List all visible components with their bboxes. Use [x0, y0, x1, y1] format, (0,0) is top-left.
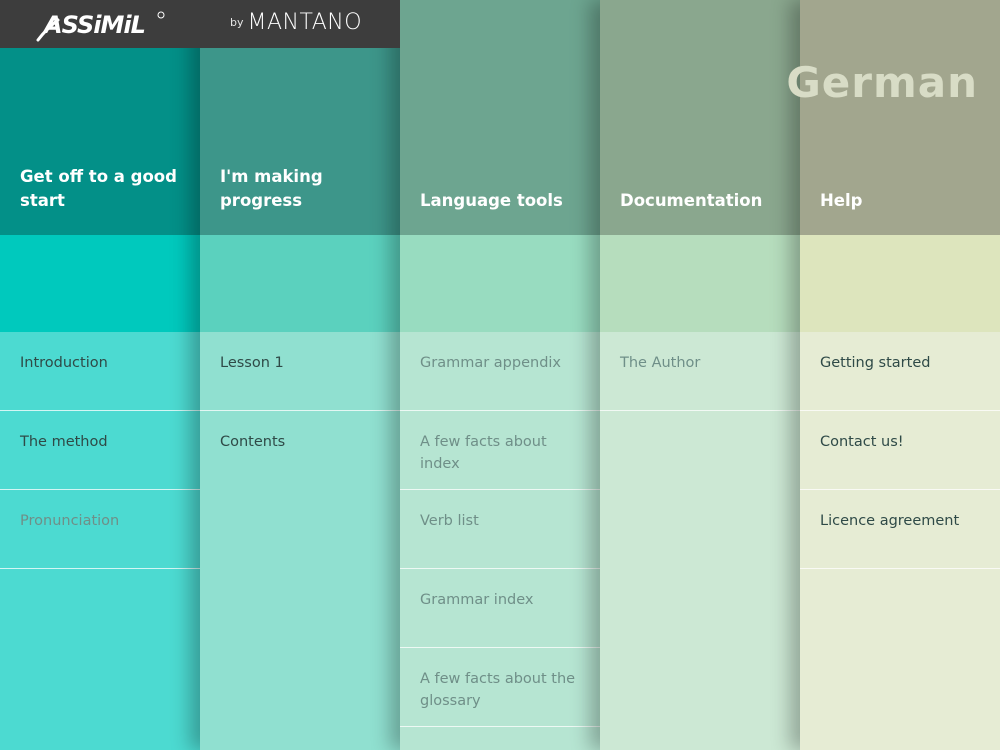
menu-item-the-method[interactable]: The method	[0, 411, 200, 490]
menu-item-grammar-appendix[interactable]: Grammar appendix	[400, 332, 600, 411]
partner-by: by	[230, 16, 244, 29]
column-title: Language tools	[420, 191, 563, 210]
column-header[interactable]: Language tools	[400, 0, 600, 235]
menu-item-contents[interactable]: Contents	[200, 411, 400, 490]
menu-item-verb-list[interactable]: Verb list	[400, 490, 600, 569]
menu-item-facts-about-glossary[interactable]: A few facts about the glossary	[400, 648, 600, 727]
column-band	[600, 235, 800, 332]
column-title: Help	[820, 191, 863, 210]
menu-item-licence-agreement[interactable]: Licence agreement	[800, 490, 1000, 569]
assimil-logo: ASSiMiL	[34, 6, 166, 44]
menu-item-contact-us[interactable]: Contact us!	[800, 411, 1000, 490]
column-band	[800, 235, 1000, 332]
menu-item-lesson-1[interactable]: Lesson 1	[200, 332, 400, 411]
column-body: The Author	[600, 332, 800, 750]
column-language-tools: Language tools Grammar appendix A few fa…	[400, 0, 600, 750]
language-title: German	[786, 58, 978, 107]
menu-item-introduction[interactable]: Introduction	[0, 332, 200, 411]
partner-name: MANTANO	[247, 10, 363, 35]
column-documentation: Documentation The Author	[600, 0, 800, 750]
column-band	[0, 235, 200, 332]
column-body: Getting started Contact us! Licence agre…	[800, 332, 1000, 750]
column-body: Introduction The method Pronunciation	[0, 332, 200, 750]
column-get-started: Get off to a good start Introduction The…	[0, 0, 200, 750]
column-header[interactable]: Documentation	[600, 0, 800, 235]
menu-item-pronunciation[interactable]: Pronunciation	[0, 490, 200, 569]
svg-text:ASSiMiL: ASSiMiL	[42, 11, 145, 39]
column-body: Lesson 1 Contents	[200, 332, 400, 750]
column-title: I'm making progress	[220, 167, 323, 210]
column-help: Help Getting started Contact us! Licence…	[800, 0, 1000, 750]
mantano-logo: by MANTANO	[230, 10, 362, 38]
column-band	[400, 235, 600, 332]
menu-item-getting-started[interactable]: Getting started	[800, 332, 1000, 411]
column-title: Documentation	[620, 191, 763, 210]
column-header[interactable]: Help	[800, 0, 1000, 235]
column-making-progress: I'm making progress Lesson 1 Contents	[200, 0, 400, 750]
column-title: Get off to a good start	[20, 167, 177, 210]
menu-item-facts-about-index[interactable]: A few facts about index	[400, 411, 600, 490]
column-body: Grammar appendix A few facts about index…	[400, 332, 600, 750]
menu-item-the-author[interactable]: The Author	[600, 332, 800, 411]
top-bar: ASSiMiL by MANTANO	[0, 0, 400, 48]
column-band	[200, 235, 400, 332]
menu-item-grammar-index[interactable]: Grammar index	[400, 569, 600, 648]
